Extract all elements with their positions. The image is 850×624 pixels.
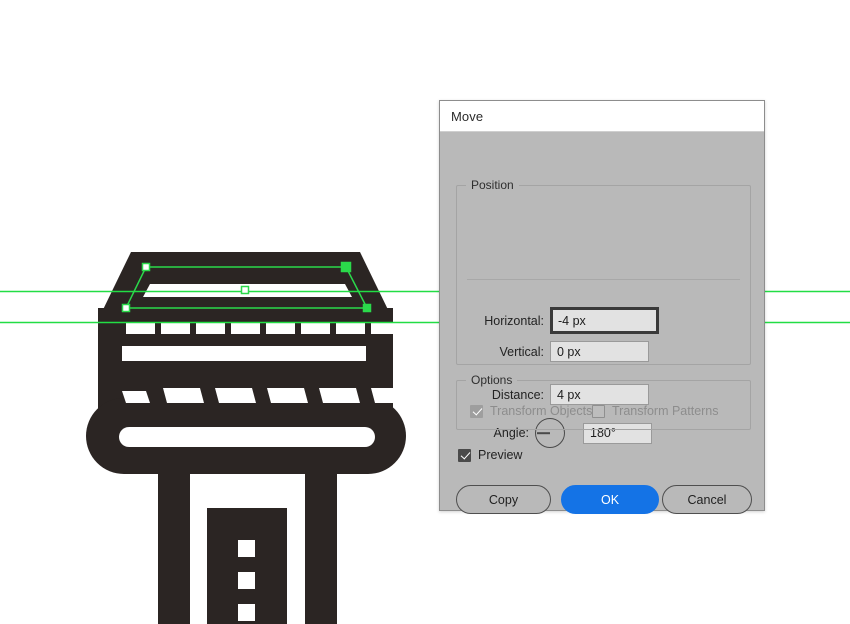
ok-button[interactable]: OK	[561, 485, 659, 514]
dialog-title: Move	[451, 108, 484, 124]
preview-label: Preview	[478, 448, 523, 462]
dialog-titlebar[interactable]: Move	[440, 101, 764, 132]
position-group-separator	[467, 279, 740, 280]
transform-patterns-label: Transform Patterns	[612, 404, 719, 418]
transform-objects-label: Transform Objects	[490, 404, 593, 418]
copy-button[interactable]: Copy	[456, 485, 551, 514]
vertical-label: Vertical:	[499, 344, 544, 359]
position-group: Position	[456, 178, 751, 365]
horizontal-label: Horizontal:	[484, 313, 544, 328]
options-group-label: Options	[466, 373, 518, 387]
vertical-input[interactable]: 0 px	[550, 341, 649, 362]
anchor-bottom-left	[121, 303, 131, 313]
cancel-button[interactable]: Cancel	[662, 485, 752, 514]
move-dialog[interactable]: Move Position Horizontal: -4 px Vertical…	[439, 100, 765, 514]
horizontal-input[interactable]: -4 px	[550, 307, 659, 334]
center-anchor	[240, 285, 250, 295]
preview-checkbox-row[interactable]: Preview	[458, 448, 522, 462]
dialog-body: Position Horizontal: -4 px Vertical: 0 p…	[440, 132, 764, 514]
preview-checkbox[interactable]	[458, 448, 471, 462]
horizontal-field-row[interactable]: Horizontal: -4 px	[467, 307, 659, 334]
position-group-label: Position	[466, 178, 519, 192]
anchor-top-left	[141, 262, 151, 272]
angle-needle-icon	[537, 432, 550, 434]
transform-patterns-checkbox	[592, 404, 605, 418]
anchor-top-right	[340, 261, 352, 273]
transform-objects-checkbox	[470, 404, 483, 418]
transform-patterns-checkbox-row: Transform Patterns	[592, 404, 719, 418]
anchor-bottom-right	[362, 303, 372, 313]
vertical-field-row[interactable]: Vertical: 0 px	[467, 341, 649, 362]
transform-objects-checkbox-row: Transform Objects	[470, 404, 592, 418]
